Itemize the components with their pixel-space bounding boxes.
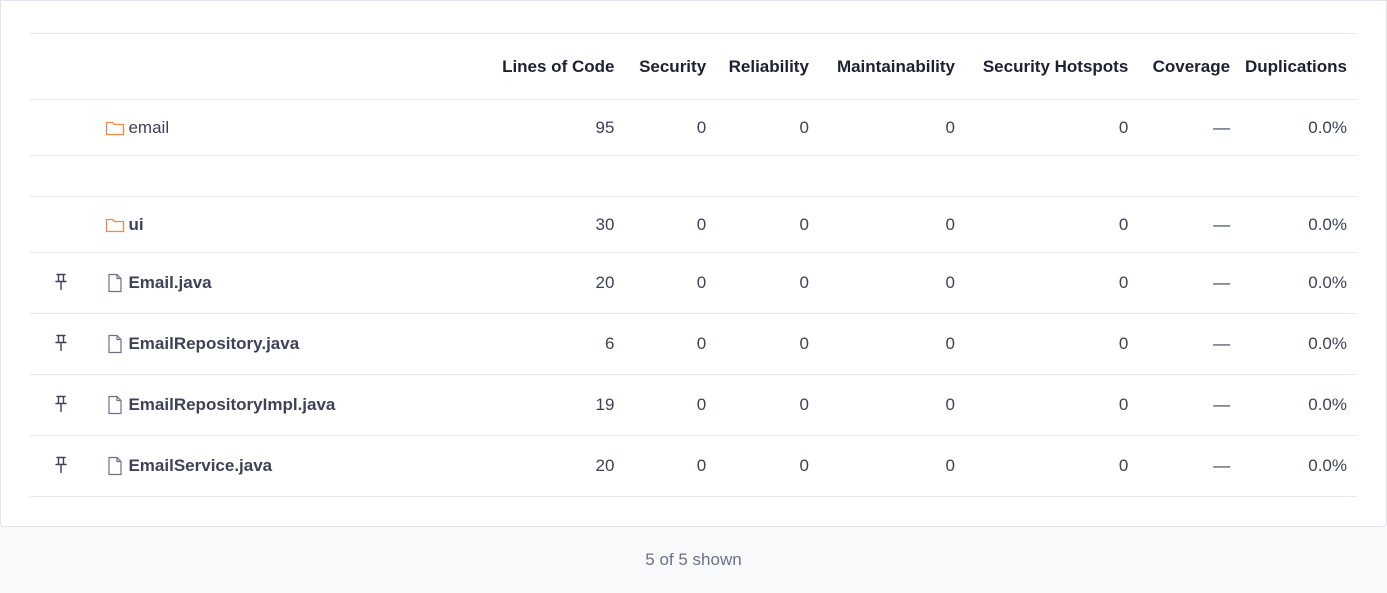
security-hotspots-value[interactable]: 0 bbox=[965, 197, 1138, 253]
reliability-value[interactable]: 0 bbox=[716, 253, 819, 314]
reliability-value[interactable]: 0 bbox=[716, 314, 819, 375]
header-lines-of-code[interactable]: Lines of Code bbox=[485, 34, 624, 100]
duplications-value[interactable]: 0.0% bbox=[1240, 197, 1357, 253]
maintainability-value[interactable]: 0 bbox=[819, 436, 965, 497]
reliability-value[interactable]: 0 bbox=[716, 436, 819, 497]
name-column-header bbox=[92, 34, 485, 100]
coverage-value: — bbox=[1213, 117, 1231, 137]
pin-icon[interactable] bbox=[50, 393, 72, 415]
duplications-value[interactable]: 0.0% bbox=[1240, 314, 1357, 375]
maintainability-value[interactable]: 0 bbox=[819, 314, 965, 375]
file-icon bbox=[104, 272, 126, 294]
file-icon bbox=[104, 333, 126, 355]
component-name-link[interactable]: EmailRepository.java bbox=[128, 334, 299, 354]
table-header-row: Lines of Code Security Reliability Maint… bbox=[30, 33, 1357, 100]
lines-of-code-value[interactable]: 20 bbox=[485, 436, 624, 497]
coverage-value: — bbox=[1213, 273, 1231, 292]
security-hotspots-value[interactable]: 0 bbox=[965, 375, 1138, 436]
security-value[interactable]: 0 bbox=[624, 375, 716, 436]
duplications-value[interactable]: 0.0% bbox=[1240, 436, 1357, 497]
component-name-link[interactable]: ui bbox=[128, 215, 143, 235]
security-hotspots-value[interactable]: 0 bbox=[965, 253, 1138, 314]
file-icon bbox=[104, 394, 126, 416]
folder-icon bbox=[104, 214, 126, 236]
coverage-value: — bbox=[1213, 334, 1231, 353]
security-value[interactable]: 0 bbox=[624, 253, 716, 314]
lines-of-code-value[interactable]: 20 bbox=[485, 253, 624, 314]
table-row[interactable]: Email.java 20 0 0 0 0 — 0.0% bbox=[30, 253, 1357, 314]
pin-icon[interactable] bbox=[50, 332, 72, 354]
header-coverage[interactable]: Coverage bbox=[1138, 34, 1240, 100]
table-row[interactable]: email 95 0 0 0 0 — 0.0% bbox=[30, 100, 1357, 156]
reliability-value[interactable]: 0 bbox=[716, 197, 819, 253]
reliability-value[interactable]: 0 bbox=[716, 100, 819, 156]
component-name-link[interactable]: Email.java bbox=[128, 273, 211, 293]
component-name-link[interactable]: email bbox=[128, 118, 169, 138]
security-hotspots-value[interactable]: 0 bbox=[965, 436, 1138, 497]
component-name-link[interactable]: EmailService.java bbox=[128, 456, 272, 476]
results-count: 5 of 5 shown bbox=[645, 550, 742, 569]
security-value[interactable]: 0 bbox=[624, 197, 716, 253]
lines-of-code-value[interactable]: 30 bbox=[485, 197, 624, 253]
security-value[interactable]: 0 bbox=[624, 436, 716, 497]
maintainability-value[interactable]: 0 bbox=[819, 253, 965, 314]
table-row[interactable]: EmailRepositoryImpl.java 19 0 0 0 0 — 0.… bbox=[30, 375, 1357, 436]
header-maintainability[interactable]: Maintainability bbox=[819, 34, 965, 100]
lines-of-code-value[interactable]: 6 bbox=[485, 314, 624, 375]
coverage-value: — bbox=[1213, 456, 1231, 475]
maintainability-value[interactable]: 0 bbox=[819, 375, 965, 436]
duplications-value[interactable]: 0.0% bbox=[1240, 253, 1357, 314]
table-spacer-row bbox=[30, 156, 1357, 197]
security-value[interactable]: 0 bbox=[624, 314, 716, 375]
reliability-value[interactable]: 0 bbox=[716, 375, 819, 436]
maintainability-value[interactable]: 0 bbox=[819, 197, 965, 253]
maintainability-value[interactable]: 0 bbox=[819, 100, 965, 156]
pin-icon[interactable] bbox=[50, 454, 72, 476]
lines-of-code-value[interactable]: 19 bbox=[485, 375, 624, 436]
coverage-value: — bbox=[1213, 214, 1231, 234]
table-row[interactable]: EmailRepository.java 6 0 0 0 0 — 0.0% bbox=[30, 314, 1357, 375]
component-name-link[interactable]: EmailRepositoryImpl.java bbox=[128, 395, 335, 415]
security-value[interactable]: 0 bbox=[624, 100, 716, 156]
pin-icon[interactable] bbox=[50, 271, 72, 293]
header-reliability[interactable]: Reliability bbox=[716, 34, 819, 100]
header-security[interactable]: Security bbox=[624, 34, 716, 100]
duplications-value[interactable]: 0.0% bbox=[1240, 375, 1357, 436]
table-row[interactable]: EmailService.java 20 0 0 0 0 — 0.0% bbox=[30, 436, 1357, 497]
file-icon bbox=[104, 455, 126, 477]
table-row[interactable]: ui 30 0 0 0 0 — 0.0% bbox=[30, 197, 1357, 253]
security-hotspots-value[interactable]: 0 bbox=[965, 100, 1138, 156]
measures-card: Lines of Code Security Reliability Maint… bbox=[0, 0, 1387, 527]
security-hotspots-value[interactable]: 0 bbox=[965, 314, 1138, 375]
coverage-value: — bbox=[1213, 395, 1231, 414]
header-duplications[interactable]: Duplications bbox=[1240, 34, 1357, 100]
pin-column-header bbox=[30, 34, 92, 100]
header-security-hotspots[interactable]: Security Hotspots bbox=[965, 34, 1138, 100]
folder-icon bbox=[104, 117, 126, 139]
duplications-value[interactable]: 0.0% bbox=[1240, 100, 1357, 156]
lines-of-code-value[interactable]: 95 bbox=[485, 100, 624, 156]
component-measures-table: Lines of Code Security Reliability Maint… bbox=[30, 33, 1357, 497]
